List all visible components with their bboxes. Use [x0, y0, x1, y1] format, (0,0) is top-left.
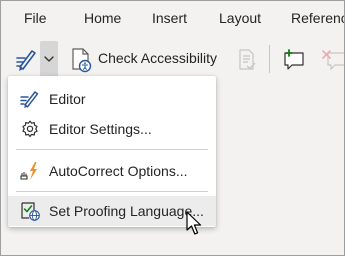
editor-dropdown-menu: Editor Editor Settings... AutoCorrect Op…: [8, 76, 216, 227]
ribbon-tabs: File Home Insert Layout Referenc: [1, 1, 344, 35]
editor-dropdown-button[interactable]: [40, 41, 58, 77]
menu-item-label: Set Proofing Language...: [49, 203, 204, 219]
tab-layout[interactable]: Layout: [219, 10, 261, 26]
tab-insert[interactable]: Insert: [152, 10, 187, 26]
new-comment-icon: [284, 49, 304, 70]
delete-comment-button[interactable]: [319, 41, 344, 77]
autocorrect-bolt-icon: [20, 162, 37, 180]
chevron-down-icon: [44, 56, 54, 62]
menu-item-label: Editor Settings...: [49, 121, 152, 137]
new-comment-button[interactable]: [280, 41, 310, 77]
editor-pen-icon: [20, 91, 39, 108]
delete-comment-icon: [322, 50, 344, 71]
menu-item-label: AutoCorrect Options...: [49, 163, 188, 179]
menu-item-editor[interactable]: Editor: [8, 84, 216, 114]
editor-pen-icon: [16, 50, 36, 71]
menu-item-editor-settings[interactable]: Editor Settings...: [8, 114, 216, 144]
accessibility-check-icon: [72, 48, 92, 73]
menu-item-label: Editor: [49, 91, 86, 107]
check-accessibility-button[interactable]: Check Accessibility: [66, 41, 226, 77]
menu-divider: [16, 191, 208, 192]
menu-divider: [16, 149, 208, 150]
document-check-icon: [239, 49, 256, 70]
mouse-cursor-icon: [186, 211, 202, 235]
toolbar-divider: [269, 45, 270, 73]
tab-file[interactable]: File: [24, 10, 47, 26]
editor-button[interactable]: [14, 41, 40, 77]
menu-item-autocorrect-options[interactable]: AutoCorrect Options...: [8, 156, 216, 186]
proofing-language-icon: [21, 202, 40, 221]
tab-references[interactable]: Referenc: [291, 10, 344, 26]
menu-item-set-proofing-language[interactable]: Set Proofing Language...: [8, 196, 216, 226]
check-accessibility-label: Check Accessibility: [98, 50, 218, 66]
gear-icon: [22, 120, 38, 138]
document-check-button[interactable]: [233, 41, 259, 77]
tab-home[interactable]: Home: [84, 10, 121, 26]
